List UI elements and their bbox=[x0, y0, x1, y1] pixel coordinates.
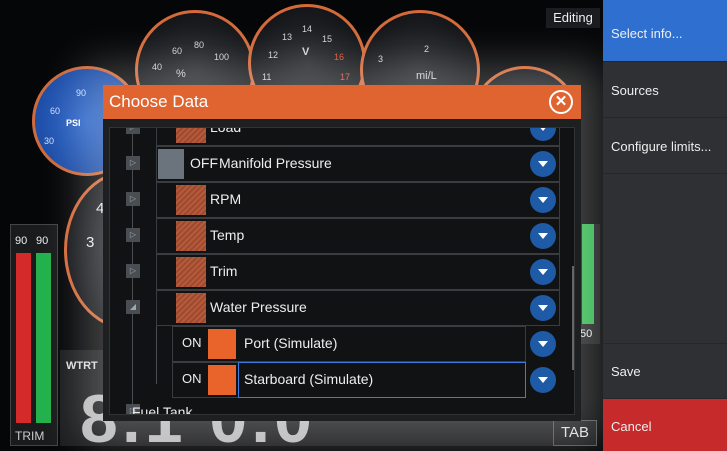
gauge-tick: 15 bbox=[322, 34, 333, 44]
side-menu: Select info... Sources Configure limits.… bbox=[603, 0, 727, 451]
list-item-label: Water Pressure bbox=[210, 299, 307, 315]
expand-icon[interactable]: ▷ bbox=[126, 156, 140, 170]
gauge-tick: 17 bbox=[340, 72, 351, 82]
gauge-tick: 100 bbox=[214, 52, 230, 62]
color-swatch bbox=[176, 257, 206, 287]
gauge-tick: 16 bbox=[334, 52, 345, 62]
gauge-tick: 40 bbox=[152, 62, 163, 72]
gauge-tick: 60 bbox=[172, 46, 183, 56]
gauge-unit: PSI bbox=[66, 118, 81, 128]
list-item-port[interactable]: ON Port (Simulate) bbox=[110, 326, 560, 362]
menu-item-label: Select info... bbox=[611, 26, 683, 41]
trim-bar-starboard bbox=[36, 253, 51, 423]
list-item-label: Port (Simulate) bbox=[244, 335, 338, 351]
right-level-bar bbox=[582, 224, 594, 324]
color-swatch bbox=[176, 185, 206, 215]
list-item-state: ON bbox=[182, 371, 202, 386]
gauge-tick: 12 bbox=[268, 50, 279, 60]
trim-value-left: 90 bbox=[15, 235, 28, 247]
dropdown-icon[interactable] bbox=[530, 367, 556, 393]
list-item-label: Manifold Pressure bbox=[219, 155, 332, 171]
menu-item-label: Configure limits... bbox=[611, 139, 712, 154]
gauge-tick: 60 bbox=[50, 106, 61, 116]
gauge-tick: 3 bbox=[378, 54, 384, 64]
gauge-tick: 80 bbox=[194, 40, 205, 50]
color-swatch bbox=[158, 149, 184, 179]
save-button[interactable]: Save bbox=[603, 343, 727, 399]
cancel-button[interactable]: Cancel bbox=[603, 399, 727, 451]
choose-data-dialog: Choose Data ✕ ▷ Load ▷ OFF Manifold Pres… bbox=[103, 85, 581, 421]
list-item-label: RPM bbox=[210, 191, 242, 207]
list-item-state: OFF bbox=[190, 155, 218, 171]
gauge-tick: 90 bbox=[76, 88, 87, 98]
data-tree-list[interactable]: ▷ Load ▷ OFF Manifold Pressure ▷ RPM ▷ bbox=[109, 127, 575, 415]
gauge-tick: 30 bbox=[44, 136, 55, 146]
list-item-trim[interactable]: ▷ Trim bbox=[110, 254, 560, 290]
list-item-load[interactable]: ▷ Load bbox=[110, 127, 560, 146]
expand-icon[interactable]: ▷ bbox=[126, 264, 140, 278]
list-item-label: Trim bbox=[210, 263, 238, 279]
tab-indicator: TAB bbox=[553, 420, 597, 446]
color-swatch bbox=[176, 293, 206, 323]
list-item-label: Fuel Tank bbox=[132, 404, 193, 415]
gauge-tick: 13 bbox=[282, 32, 293, 42]
select-info-button[interactable]: Select info... bbox=[603, 0, 727, 62]
water-temp-label: WTRT bbox=[66, 360, 98, 372]
color-swatch bbox=[176, 221, 206, 251]
dropdown-icon[interactable] bbox=[530, 331, 556, 357]
list-item-label: Temp bbox=[210, 227, 245, 243]
list-item-fuel-tank[interactable]: ▷ Fuel Tank bbox=[110, 404, 560, 415]
list-item-temp[interactable]: ▷ Temp bbox=[110, 218, 560, 254]
gauge-tick: 11 bbox=[262, 72, 272, 82]
sources-button[interactable]: Sources bbox=[603, 62, 727, 118]
dropdown-icon[interactable] bbox=[530, 295, 556, 321]
trim-value-right: 90 bbox=[36, 235, 49, 247]
list-item-water-pressure[interactable]: ◢ Water Pressure bbox=[110, 290, 560, 326]
dropdown-icon[interactable] bbox=[530, 259, 556, 285]
scrollbar[interactable] bbox=[572, 266, 574, 370]
list-item-label: Load bbox=[210, 127, 242, 135]
trim-bar-port bbox=[16, 253, 31, 423]
gauge-unit: % bbox=[176, 68, 186, 80]
gauge-unit: mi/L bbox=[416, 70, 437, 82]
gauge-tick: 3 bbox=[86, 234, 95, 251]
trim-panel: 90 90 TRIM bbox=[10, 224, 58, 446]
trim-label: TRIM bbox=[15, 429, 45, 443]
configure-limits-button[interactable]: Configure limits... bbox=[603, 118, 727, 174]
list-item-label: Starboard (Simulate) bbox=[244, 371, 374, 387]
menu-item-label: Sources bbox=[611, 83, 659, 98]
dialog-title: Choose Data bbox=[109, 92, 209, 111]
list-item-starboard[interactable]: ON Starboard (Simulate) bbox=[110, 362, 560, 398]
expand-icon[interactable]: ▷ bbox=[126, 228, 140, 242]
gauge-tick: 2 bbox=[424, 44, 430, 54]
list-item-state: ON bbox=[182, 335, 202, 350]
gauge-unit: V bbox=[302, 46, 310, 58]
expand-icon[interactable]: ▷ bbox=[126, 192, 140, 206]
menu-item-label: Save bbox=[611, 364, 641, 379]
dropdown-icon[interactable] bbox=[530, 187, 556, 213]
editing-badge: Editing bbox=[546, 8, 600, 28]
color-swatch bbox=[208, 365, 236, 395]
color-swatch bbox=[176, 128, 206, 143]
menu-item-label: Cancel bbox=[611, 419, 652, 434]
list-item-manifold-pressure[interactable]: ▷ OFF Manifold Pressure bbox=[110, 146, 560, 182]
right-level-value: 50 bbox=[580, 328, 593, 340]
expand-icon[interactable]: ▷ bbox=[126, 128, 140, 134]
right-level-panel: 50 bbox=[578, 224, 600, 344]
list-item-rpm[interactable]: ▷ RPM bbox=[110, 182, 560, 218]
dropdown-icon[interactable] bbox=[530, 151, 556, 177]
dropdown-icon[interactable] bbox=[530, 223, 556, 249]
collapse-icon[interactable]: ◢ bbox=[126, 300, 140, 314]
color-swatch bbox=[208, 329, 236, 359]
dialog-header: Choose Data ✕ bbox=[103, 85, 581, 119]
gauge-tick: 14 bbox=[302, 24, 313, 34]
close-icon[interactable]: ✕ bbox=[549, 90, 573, 114]
